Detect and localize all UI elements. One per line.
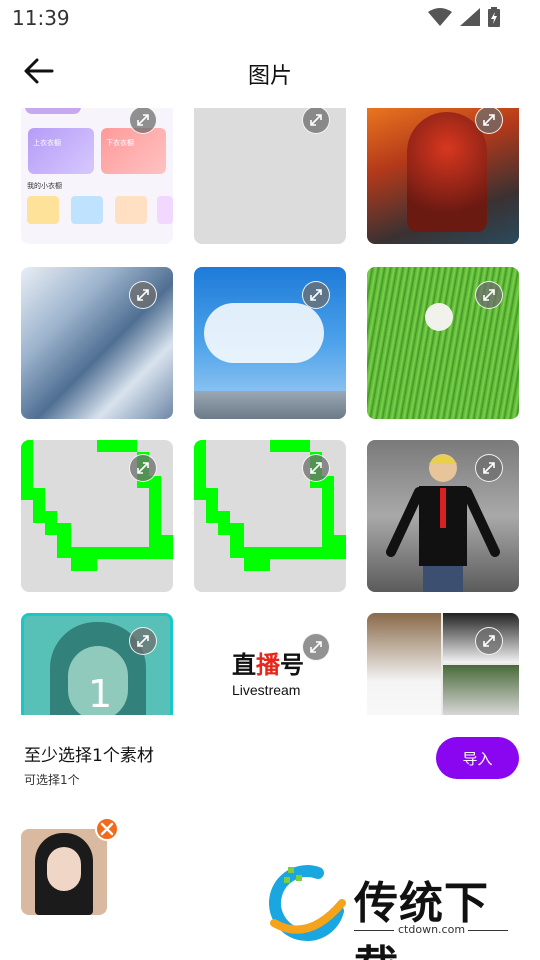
tile-portrait-selected[interactable]: 1	[21, 613, 173, 715]
status-icons	[428, 6, 500, 28]
wardrobe-tag-top: 上衣衣橱	[33, 139, 61, 147]
collage-photo	[367, 613, 441, 715]
expand-preview-button[interactable]	[302, 454, 330, 482]
tile-pixel-shape-1[interactable]	[21, 440, 173, 592]
logo-char: 号	[280, 652, 304, 679]
expand-preview-button[interactable]	[129, 454, 157, 482]
expand-preview-button[interactable]	[475, 281, 503, 309]
white-flower	[425, 303, 453, 331]
tile-armored-soldier[interactable]	[367, 108, 519, 244]
watermark-url: ctdown.com	[398, 923, 466, 936]
expand-icon	[310, 641, 322, 653]
status-time: 11:39	[12, 6, 70, 30]
selection-panel: 至少选择1个素材 可选择1个 导入 传统下载 ctdown.com	[0, 715, 540, 960]
logo-english: Livestream	[232, 682, 301, 698]
expand-icon	[483, 289, 495, 301]
logo-char: 直	[232, 652, 256, 679]
expand-icon	[310, 114, 322, 126]
import-button[interactable]: 导入	[436, 737, 519, 779]
tile-photo-collage[interactable]	[367, 613, 519, 715]
status-bar: 11:39	[0, 0, 540, 36]
can-select-text: 可选择1个	[24, 773, 80, 787]
tile-app-screenshot[interactable]: 上衣衣橱 下衣衣橱 我的小衣橱	[21, 108, 173, 244]
expand-preview-button[interactable]	[302, 281, 330, 309]
expand-preview-button[interactable]	[475, 454, 503, 482]
expand-preview-button[interactable]	[129, 627, 157, 655]
expand-icon	[137, 114, 149, 126]
soldier-figure	[407, 112, 487, 232]
expand-icon	[310, 462, 322, 474]
watermark: 传统下载 ctdown.com	[268, 863, 518, 960]
cellular-signal-icon	[460, 8, 480, 26]
header: 图片	[0, 40, 540, 104]
min-select-text: 至少选择1个素材	[24, 746, 154, 766]
wardrobe-tag-bottom: 下衣衣橱	[106, 139, 134, 147]
battery-charging-icon	[488, 7, 500, 27]
watermark-brand: 传统下载	[354, 878, 489, 960]
page-title: 图片	[247, 64, 292, 89]
expand-preview-button[interactable]	[302, 108, 330, 134]
tile-blue-sky[interactable]	[194, 267, 346, 419]
wardrobe-section-label: 我的小衣橱	[27, 182, 62, 190]
city-skyline	[194, 391, 346, 419]
expand-icon	[137, 635, 149, 647]
portrait-face	[47, 847, 81, 891]
livestream-logo: 直播号 Livestream	[232, 645, 312, 698]
selection-index: 1	[88, 672, 113, 715]
collage-photo	[443, 665, 519, 715]
watermark-logo	[269, 865, 346, 942]
tile-green-grass[interactable]	[367, 267, 519, 419]
expand-icon	[310, 289, 322, 301]
expand-icon	[137, 462, 149, 474]
expand-preview-button[interactable]	[129, 281, 157, 309]
selected-thumbnail[interactable]	[21, 829, 107, 915]
cloud	[204, 303, 324, 363]
expand-preview-button[interactable]	[475, 108, 503, 134]
expand-icon	[483, 114, 495, 126]
close-icon	[100, 822, 114, 836]
tile-blank[interactable]	[194, 108, 346, 244]
expand-icon	[483, 635, 495, 647]
expand-preview-button[interactable]	[302, 633, 330, 661]
expand-icon	[483, 462, 495, 474]
wifi-icon	[428, 8, 452, 26]
expand-icon	[137, 289, 149, 301]
watermark-divider	[468, 930, 508, 931]
expand-preview-button[interactable]	[475, 627, 503, 655]
tile-livestream-logo[interactable]: 直播号 Livestream	[194, 613, 346, 715]
logo-char-highlight: 播	[256, 652, 280, 679]
tile-glacier[interactable]	[21, 267, 173, 419]
tile-pixel-shape-2[interactable]	[194, 440, 346, 592]
tile-cartoon-figure[interactable]	[367, 440, 519, 592]
remove-selected-button[interactable]	[95, 817, 119, 841]
watermark-divider	[354, 930, 394, 931]
image-grid: 上衣衣橱 下衣衣橱 我的小衣橱 1 直播号 Livestream	[0, 108, 540, 715]
